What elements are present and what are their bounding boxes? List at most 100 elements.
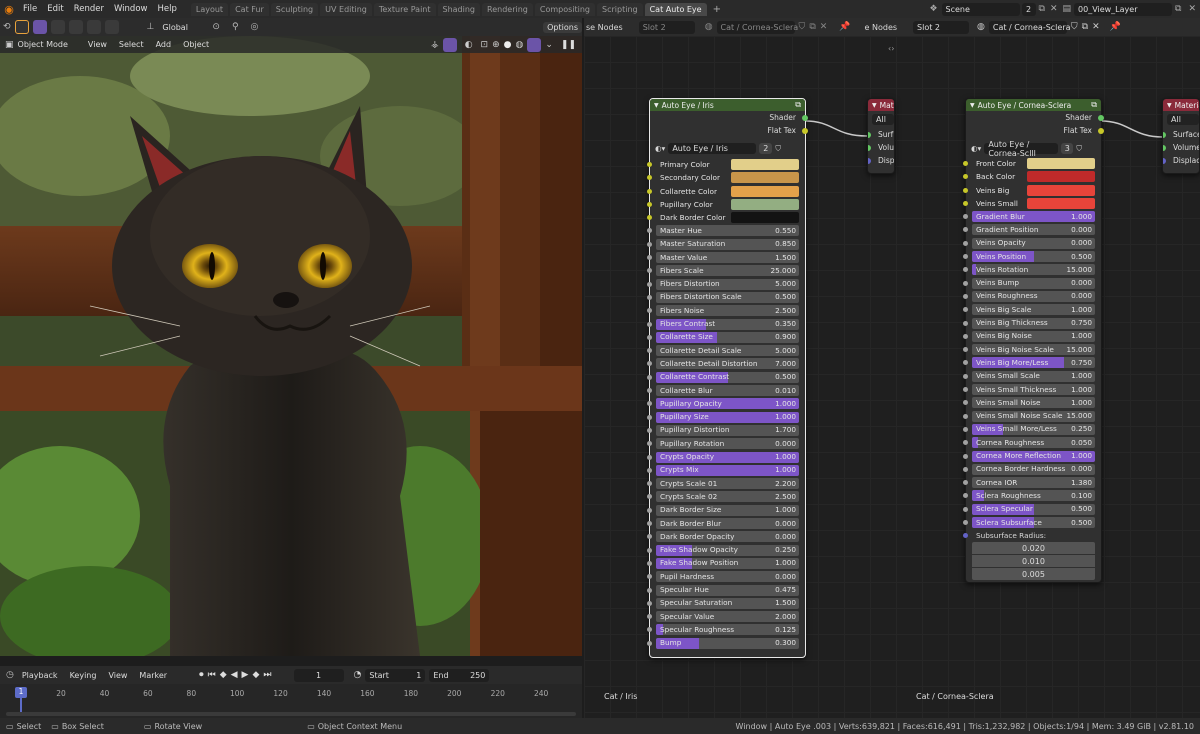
view-layer-field[interactable]: 00_View_Layer xyxy=(1074,2,1173,16)
material-output-node-1[interactable]: ▼ Mat All Surf Volu Disp xyxy=(867,98,895,174)
shading-wireframe-icon[interactable]: ⊕ xyxy=(492,40,500,50)
right-pin-icon[interactable]: 📌 xyxy=(1110,22,1121,32)
right-editor-label[interactable]: e Nodes xyxy=(865,23,898,32)
volume-socket[interactable] xyxy=(868,145,871,151)
surface-socket[interactable] xyxy=(868,132,871,138)
value-socket[interactable] xyxy=(963,320,968,326)
object-mode-dropdown[interactable]: Object Mode xyxy=(18,39,72,50)
value-socket[interactable] xyxy=(647,454,652,460)
value-socket[interactable] xyxy=(647,427,652,433)
scene-field[interactable]: Scene xyxy=(941,2,1020,16)
copy-view-layer-icon[interactable]: ⧉ xyxy=(1175,4,1181,14)
tab-scripting[interactable]: Scripting xyxy=(597,2,643,16)
value-socket[interactable] xyxy=(963,373,968,379)
node-group-icon[interactable]: ⧉ xyxy=(795,100,801,110)
shading-rendered-icon[interactable] xyxy=(527,37,542,52)
xray-icon[interactable]: ⊡ xyxy=(481,40,489,50)
shading-options-icon[interactable]: ⌄ xyxy=(545,40,553,50)
color-swatch[interactable] xyxy=(1027,184,1095,196)
vector-socket[interactable] xyxy=(963,533,968,539)
color-swatch[interactable] xyxy=(731,212,799,224)
subsurface-radius-z[interactable]: 0.005 xyxy=(972,568,1095,581)
jump-end-icon[interactable]: ⏭ xyxy=(263,670,271,680)
value-socket[interactable] xyxy=(647,574,652,580)
select-mode-new-icon[interactable] xyxy=(32,20,47,34)
tab-cat-auto-eye[interactable]: Cat Auto Eye xyxy=(644,2,707,16)
value-socket[interactable] xyxy=(647,241,652,247)
menu-file[interactable]: File xyxy=(18,4,42,14)
iris-group-name[interactable]: Auto Eye / Iris xyxy=(668,143,757,154)
node-tree-icon[interactable]: ◐▾ xyxy=(655,144,665,153)
color-swatch[interactable] xyxy=(731,172,799,184)
orientation-dropdown[interactable]: Global xyxy=(158,21,208,34)
value-socket[interactable] xyxy=(647,521,652,527)
left-slot-dropdown[interactable]: Slot 2 xyxy=(638,20,695,34)
play-reverse-icon[interactable]: ◀ xyxy=(231,670,238,680)
menu-render[interactable]: Render xyxy=(69,4,109,14)
tab-texture-paint[interactable]: Texture Paint xyxy=(373,2,436,16)
value-socket[interactable] xyxy=(963,480,968,486)
proportional-edit-icon[interactable]: ◎ xyxy=(251,22,259,32)
value-socket[interactable] xyxy=(647,414,652,420)
value-socket[interactable] xyxy=(647,268,652,274)
mat1-target[interactable]: All xyxy=(872,114,894,125)
value-socket[interactable] xyxy=(963,413,968,419)
preview-range-icon[interactable]: ◔ xyxy=(354,670,362,680)
menu-help[interactable]: Help xyxy=(152,4,181,14)
copy-scene-icon[interactable]: ⧉ xyxy=(1039,4,1045,14)
value-socket[interactable] xyxy=(647,294,652,300)
right-material-field[interactable]: Cat / Cornea-Sclera xyxy=(988,20,1071,34)
value-socket[interactable] xyxy=(963,254,968,260)
color-socket[interactable] xyxy=(963,174,968,180)
value-socket[interactable] xyxy=(647,374,652,380)
value-socket[interactable] xyxy=(963,493,968,499)
value-socket[interactable] xyxy=(963,347,968,353)
right-material-copy-icon[interactable]: ⧉ xyxy=(1082,22,1088,32)
value-socket[interactable] xyxy=(963,453,968,459)
value-socket[interactable] xyxy=(963,466,968,472)
value-socket[interactable] xyxy=(963,440,968,446)
add-workspace-icon[interactable]: + xyxy=(708,4,726,15)
color-socket[interactable] xyxy=(802,128,808,134)
prev-key-icon[interactable]: ◆ xyxy=(220,670,227,680)
menu-marker[interactable]: Marker xyxy=(135,670,171,681)
menu-object[interactable]: Object xyxy=(179,39,213,50)
color-socket[interactable] xyxy=(647,201,652,207)
value-socket[interactable] xyxy=(647,281,652,287)
collapse-icon[interactable]: ▼ xyxy=(970,102,975,109)
menu-timeline-view[interactable]: View xyxy=(104,670,131,681)
value-socket[interactable] xyxy=(647,334,652,340)
node-group-icon[interactable]: ⧉ xyxy=(1091,100,1097,110)
color-swatch[interactable] xyxy=(731,198,799,210)
value-socket[interactable] xyxy=(647,560,652,566)
material-output-node-2[interactable]: ▼Materia All Surface Volume Displace xyxy=(1162,98,1200,174)
scene-users[interactable]: 2 xyxy=(1021,2,1036,16)
color-socket[interactable] xyxy=(647,162,652,167)
left-editor-label[interactable]: se Nodes xyxy=(584,23,623,32)
timeline-editor-icon[interactable]: ◷ xyxy=(6,670,14,680)
right-material-close-icon[interactable]: ✕ xyxy=(1092,22,1100,32)
menu-select[interactable]: Select xyxy=(115,39,148,50)
iris-group-users[interactable]: 2 xyxy=(759,143,773,154)
color-swatch[interactable] xyxy=(1027,158,1095,169)
value-socket[interactable] xyxy=(963,240,968,246)
mat2-target[interactable]: All xyxy=(1167,114,1199,125)
right-material-fake-icon[interactable]: ⛉ xyxy=(1071,22,1078,32)
color-socket[interactable] xyxy=(647,188,652,194)
color-socket[interactable] xyxy=(963,187,968,193)
color-socket[interactable] xyxy=(647,175,652,181)
value-socket[interactable] xyxy=(963,360,968,366)
surface-socket[interactable] xyxy=(1163,132,1166,138)
left-material-field[interactable]: Cat / Cornea-Sclera xyxy=(716,20,798,34)
blender-logo-icon[interactable]: ◉ xyxy=(0,3,18,16)
record-icon[interactable]: ⏺ xyxy=(199,670,204,680)
color-swatch[interactable] xyxy=(731,159,799,170)
value-socket[interactable] xyxy=(647,321,652,327)
value-socket[interactable] xyxy=(647,255,652,261)
node-tree-icon[interactable]: ◐▾ xyxy=(971,144,981,153)
cornea-group-name[interactable]: Auto Eye / Cornea-Sclll xyxy=(984,140,1059,158)
value-socket[interactable] xyxy=(647,388,652,394)
color-socket[interactable] xyxy=(1098,128,1104,134)
menu-playback[interactable]: Playback xyxy=(18,670,62,681)
left-material-copy-icon[interactable]: ⧉ xyxy=(809,22,815,32)
